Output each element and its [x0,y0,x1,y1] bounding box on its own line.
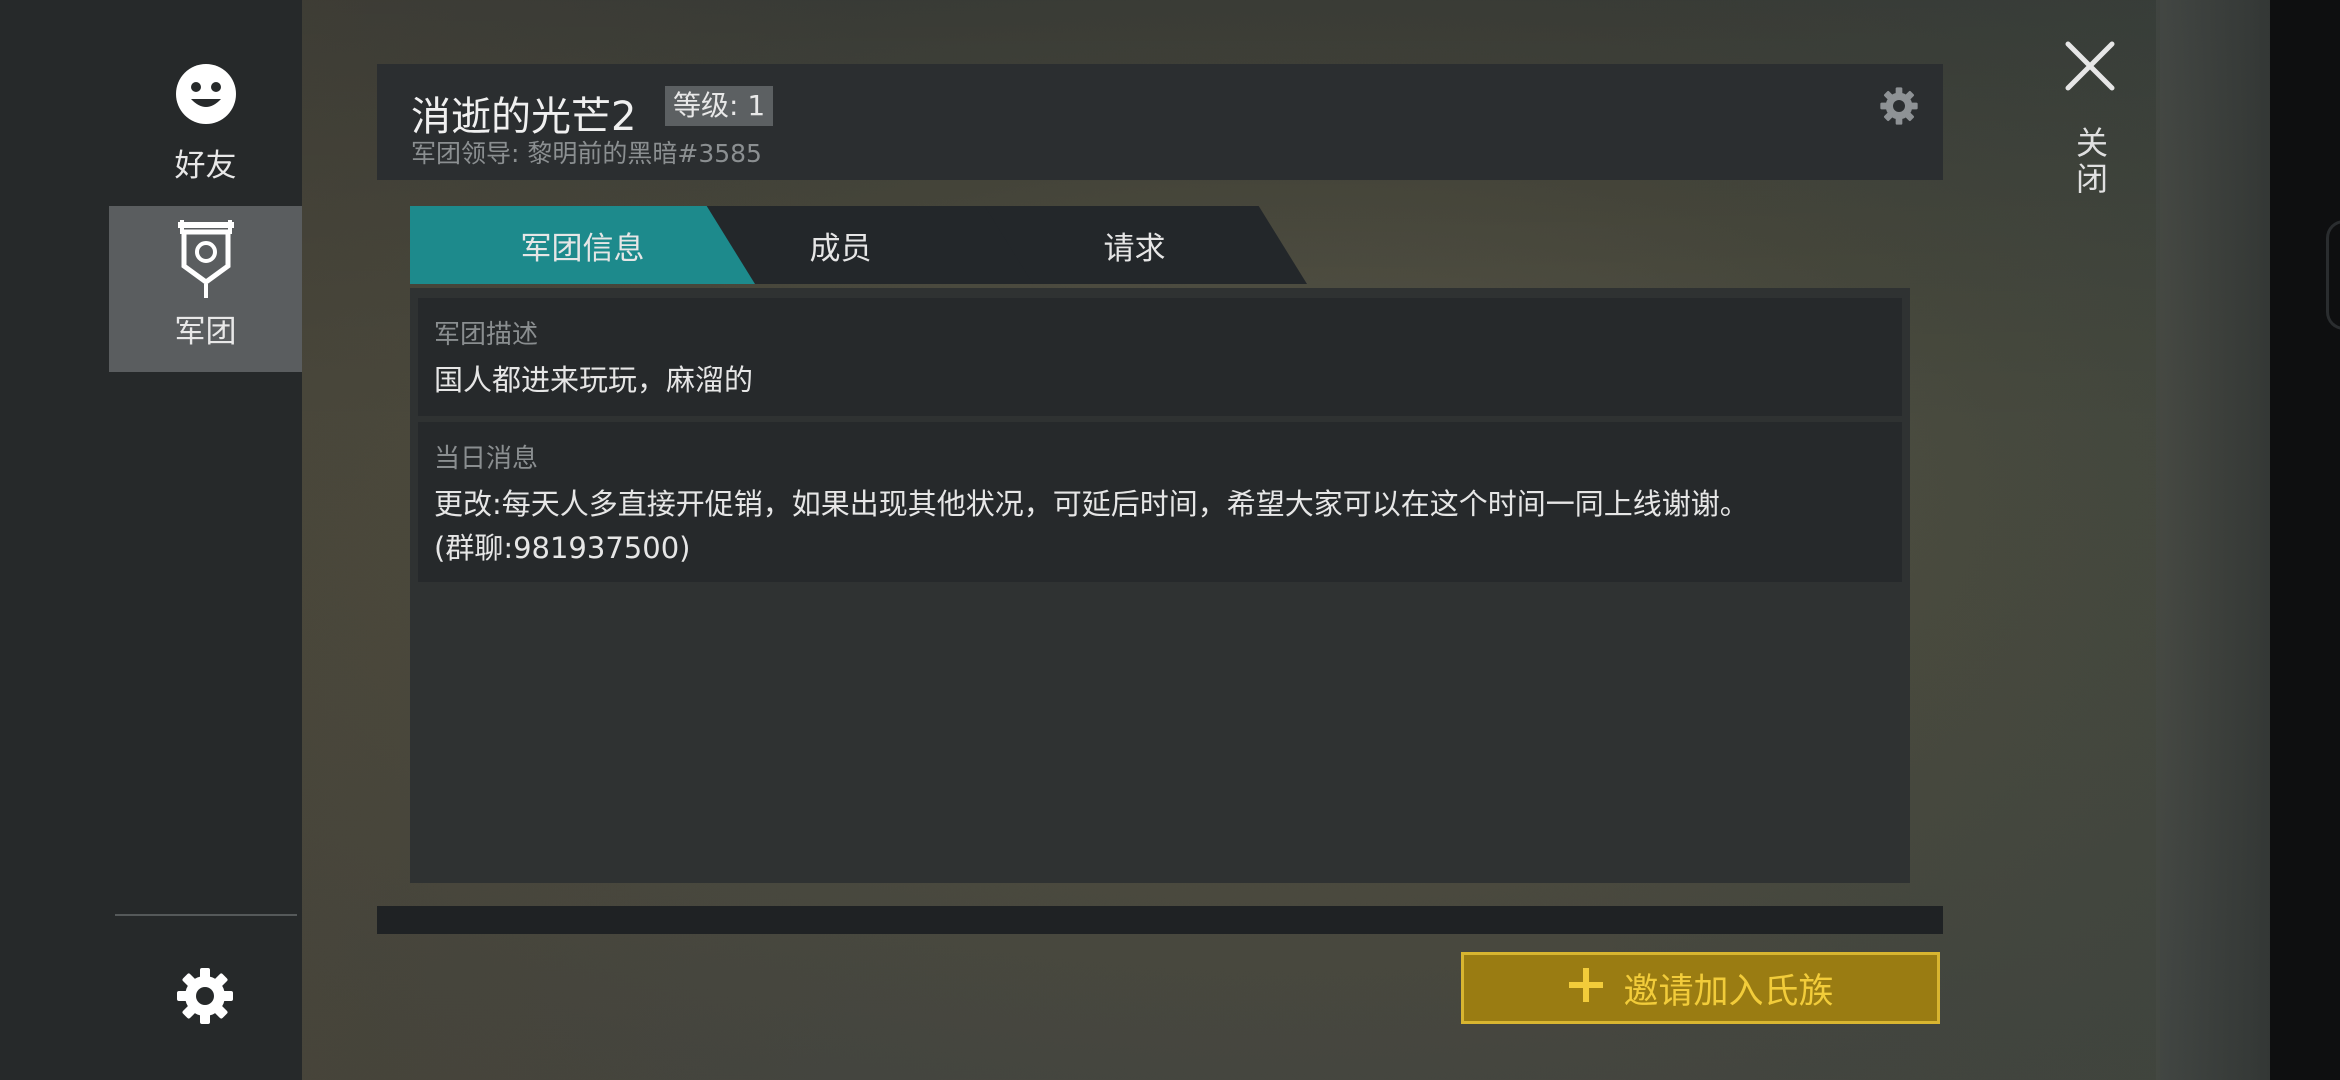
level-badge: 等级: 1 [665,86,774,126]
motd-title: 当日消息 [434,444,539,474]
clan-info-panel: 军团描述 国人都进来玩玩，麻溜的 当日消息 更改:每天人多直接开促销，如果出现其… [410,288,1910,883]
clan-header: 消逝的光芒2 等级: 1 军团领导: 黎明前的黑暗#3585 [377,64,1943,180]
description-card: 军团描述 国人都进来玩玩，麻溜的 [418,298,1902,416]
tab-label: 军团信息 [520,230,645,267]
invite-to-clan-button[interactable]: 邀请加入氏族 [1461,952,1940,1024]
close-label: 关闭 [2071,126,2109,198]
sidebar-divider [115,914,297,916]
close-button[interactable]: 关闭 [2040,40,2140,230]
invite-button-label: 邀请加入氏族 [1623,971,1834,1012]
description-title: 军团描述 [434,320,539,350]
tab-clan-info[interactable]: 军团信息 [410,206,755,284]
smiley-icon [174,62,238,126]
background-right-band [2156,0,2270,1080]
sidebar: 好友 军团 [0,0,302,1080]
sidebar-item-clan[interactable]: 军团 [109,206,302,372]
edge-handle [2326,220,2340,330]
motd-line: 更改:每天人多直接开促销，如果出现其他状况，可延后时间，希望大家可以在这个时间一… [434,487,1749,521]
description-text: 国人都进来玩玩，麻溜的 [434,363,754,397]
clan-banner-icon [174,219,238,298]
message-of-the-day-card: 当日消息 更改:每天人多直接开促销，如果出现其他状况，可延后时间，希望大家可以在… [418,422,1902,582]
settings-icon[interactable] [175,966,235,1026]
sidebar-item-friends[interactable]: 好友 [109,40,302,206]
motd-line: (群聊:981937500) [434,531,691,565]
motd-text: 更改:每天人多直接开促销，如果出现其他状况，可延后时间，希望大家可以在这个时间一… [434,482,1878,570]
tab-label: 请求 [1103,230,1166,267]
sidebar-item-label: 好友 [174,147,237,184]
clan-leader: 军团领导: 黎明前的黑暗#3585 [411,139,762,168]
panel-footer-bar [377,906,1943,934]
close-icon [2064,40,2116,96]
device-edge [2270,0,2340,1080]
tab-label: 成员 [809,230,872,267]
sidebar-item-label: 军团 [174,313,237,350]
gear-icon[interactable] [1879,86,1919,126]
tab-bar: 请求 成员 军团信息 [410,206,1310,284]
plus-icon [1567,965,1605,1011]
